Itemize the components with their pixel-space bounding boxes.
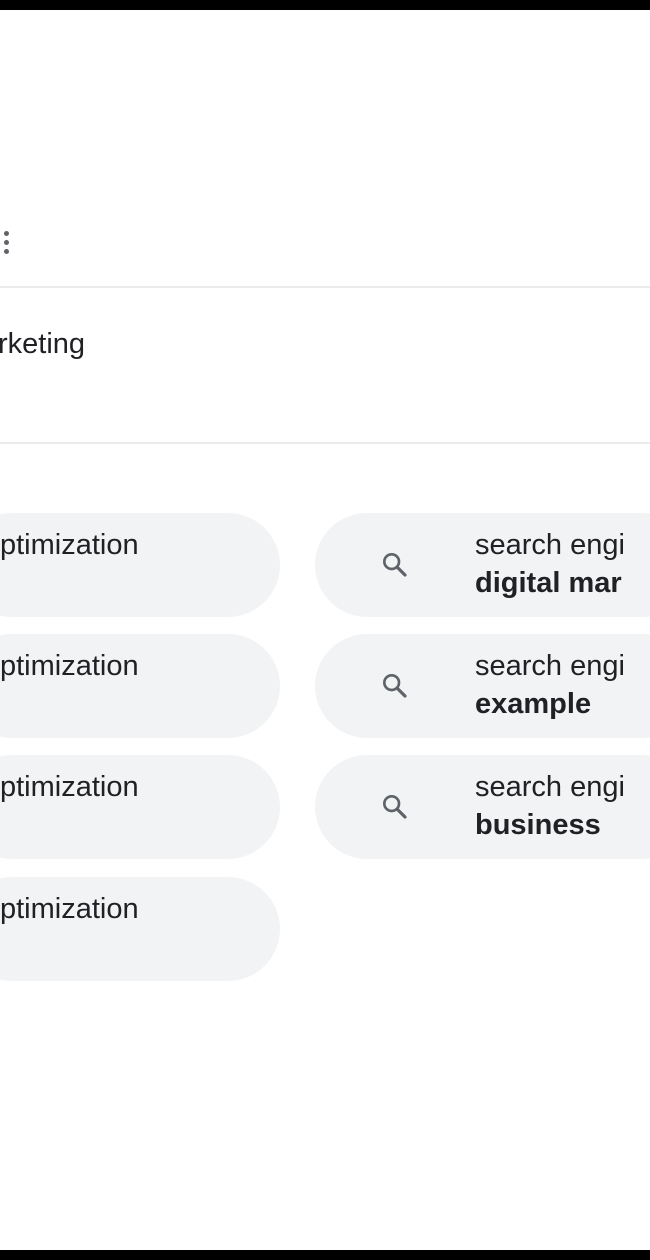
chip-label-bold: digital mar xyxy=(475,567,622,599)
menu-dot xyxy=(3,239,9,245)
search-results-page: rketing ptimization ptimization ptimizat… xyxy=(0,10,650,1250)
related-search-chip[interactable]: ptimization xyxy=(0,634,280,738)
related-search-chip[interactable]: ptimization xyxy=(0,513,280,617)
search-icon xyxy=(383,674,407,698)
divider xyxy=(0,442,650,444)
search-icon xyxy=(383,553,407,577)
chip-label: ptimization xyxy=(0,529,139,561)
divider xyxy=(0,286,650,288)
chip-label: ptimization xyxy=(0,650,139,682)
menu-dot xyxy=(3,230,9,236)
chip-label: search engi xyxy=(475,650,625,682)
search-icon xyxy=(383,795,407,819)
more-vert-icon[interactable] xyxy=(0,222,16,262)
search-query-text[interactable]: rketing xyxy=(0,328,85,361)
menu-dot xyxy=(3,248,9,254)
chip-label-bold: example xyxy=(475,688,592,720)
chip-label: search engi xyxy=(475,529,625,561)
chip-label: ptimization xyxy=(0,893,139,925)
related-search-chip[interactable]: ptimization xyxy=(0,877,280,981)
related-search-chip[interactable]: search engi business xyxy=(315,755,650,859)
related-search-chip[interactable]: search engi example xyxy=(315,634,650,738)
chip-label: ptimization xyxy=(0,771,139,803)
chip-label-bold: business xyxy=(475,809,601,841)
chip-label: search engi xyxy=(475,771,625,803)
related-search-chip[interactable]: ptimization xyxy=(0,755,280,859)
related-search-chip[interactable]: search engi digital mar xyxy=(315,513,650,617)
